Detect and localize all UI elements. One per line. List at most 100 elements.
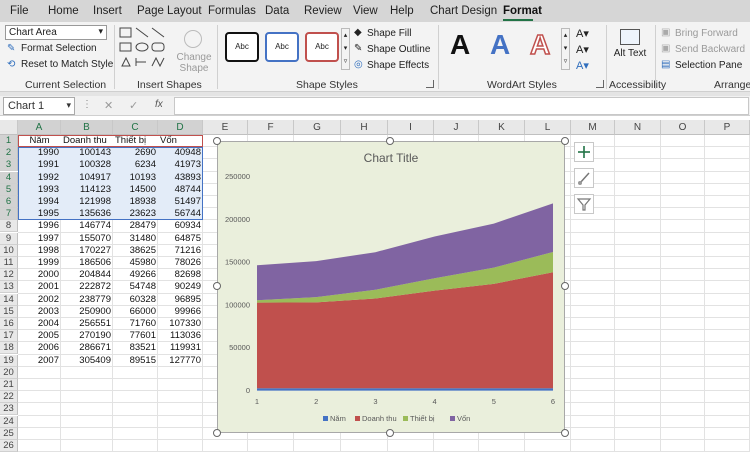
table-cell[interactable]: 83521 xyxy=(113,342,158,354)
chart-elements-button[interactable] xyxy=(574,142,594,162)
table-cell[interactable]: 1998 xyxy=(18,245,61,257)
table-cell[interactable]: 2001 xyxy=(18,281,61,293)
column-header-p[interactable]: P xyxy=(705,120,750,135)
table-cell[interactable]: 2003 xyxy=(18,306,61,318)
tab-home[interactable]: Home xyxy=(48,5,79,17)
table-cell[interactable]: 146774 xyxy=(61,220,113,232)
table-cell[interactable]: 40948 xyxy=(158,147,203,159)
table-cell[interactable]: 28479 xyxy=(113,220,158,232)
table-cell[interactable]: 90249 xyxy=(158,281,203,293)
table-cell[interactable]: 2000 xyxy=(18,269,61,281)
table-header-cell[interactable]: Thiết bị xyxy=(113,135,158,147)
tab-formulas[interactable]: Formulas xyxy=(208,5,256,17)
row-header-4[interactable]: 4 xyxy=(0,171,18,184)
row-header-8[interactable]: 8 xyxy=(0,220,18,233)
enter-icon[interactable]: ✓ xyxy=(129,99,138,112)
row-header-24[interactable]: 24 xyxy=(0,415,18,428)
table-cell[interactable]: 155070 xyxy=(61,233,113,245)
resize-handle[interactable] xyxy=(386,429,394,437)
table-cell[interactable]: 89515 xyxy=(113,355,158,367)
table-cell[interactable]: 10193 xyxy=(113,172,158,184)
row-header-14[interactable]: 14 xyxy=(0,293,18,306)
chart-styles-button[interactable] xyxy=(574,168,594,188)
row-header-19[interactable]: 19 xyxy=(0,354,18,367)
table-cell[interactable]: 119931 xyxy=(158,342,203,354)
table-cell[interactable]: 1990 xyxy=(18,147,61,159)
column-header-n[interactable]: N xyxy=(615,120,661,135)
table-cell[interactable]: 286671 xyxy=(61,342,113,354)
table-header-cell[interactable]: Vốn xyxy=(158,135,203,147)
column-header-b[interactable]: B xyxy=(61,120,113,135)
resize-handle[interactable] xyxy=(213,282,221,290)
row-header-21[interactable]: 21 xyxy=(0,379,18,391)
wordart-style-1[interactable]: A xyxy=(450,30,470,60)
column-header-o[interactable]: O xyxy=(661,120,705,135)
tab-chart-design[interactable]: Chart Design xyxy=(430,5,497,17)
table-cell[interactable]: 250900 xyxy=(61,306,113,318)
table-cell[interactable]: 204844 xyxy=(61,269,113,281)
table-cell[interactable]: 77601 xyxy=(113,330,158,342)
table-cell[interactable]: 41973 xyxy=(158,159,203,171)
resize-handle[interactable] xyxy=(213,137,221,145)
table-cell[interactable]: 78026 xyxy=(158,257,203,269)
column-header-l[interactable]: L xyxy=(525,120,571,135)
column-header-i[interactable]: I xyxy=(388,120,434,135)
shapes-gallery[interactable] xyxy=(118,26,170,72)
tab-data[interactable]: Data xyxy=(265,5,289,17)
reset-to-match-style-button[interactable]: Reset to Match Style xyxy=(21,59,113,70)
table-cell[interactable]: 6234 xyxy=(113,159,158,171)
column-header-a[interactable]: A xyxy=(18,120,61,135)
table-cell[interactable]: 1999 xyxy=(18,257,61,269)
row-header-9[interactable]: 9 xyxy=(0,232,18,245)
tab-insert[interactable]: Insert xyxy=(93,5,122,17)
table-cell[interactable]: 2006 xyxy=(18,342,61,354)
row-header-13[interactable]: 13 xyxy=(0,281,18,294)
table-cell[interactable]: 64875 xyxy=(158,233,203,245)
insert-function-icon[interactable]: fx xyxy=(155,99,163,110)
table-cell[interactable]: 222872 xyxy=(61,281,113,293)
send-backward-button[interactable]: Send Backward xyxy=(675,44,745,55)
table-cell[interactable]: 186506 xyxy=(61,257,113,269)
table-cell[interactable]: 170227 xyxy=(61,245,113,257)
selection-pane-button[interactable]: Selection Pane xyxy=(675,60,742,71)
table-cell[interactable]: 2007 xyxy=(18,355,61,367)
table-cell[interactable]: 127770 xyxy=(158,355,203,367)
column-header-m[interactable]: M xyxy=(571,120,615,135)
table-cell[interactable]: 2690 xyxy=(113,147,158,159)
table-header-cell[interactable]: Năm xyxy=(18,135,61,147)
table-cell[interactable]: 1993 xyxy=(18,184,61,196)
cancel-icon[interactable]: ✕ xyxy=(104,99,113,112)
tab-format[interactable]: Format xyxy=(503,5,542,17)
tab-view[interactable]: View xyxy=(353,5,378,17)
change-shape-button[interactable]: Change Shape xyxy=(175,28,213,74)
table-cell[interactable]: 31480 xyxy=(113,233,158,245)
row-header-25[interactable]: 25 xyxy=(0,427,18,440)
dialog-launcher-icon[interactable] xyxy=(596,80,604,88)
column-header-j[interactable]: J xyxy=(434,120,479,135)
table-cell[interactable]: 2002 xyxy=(18,294,61,306)
row-header-3[interactable]: 3 xyxy=(0,159,18,172)
table-cell[interactable]: 135636 xyxy=(61,208,113,220)
format-selection-button[interactable]: Format Selection xyxy=(21,43,97,54)
table-cell[interactable]: 71216 xyxy=(158,245,203,257)
select-all-corner[interactable] xyxy=(0,120,18,135)
table-cell[interactable]: 1996 xyxy=(18,220,61,232)
row-header-17[interactable]: 17 xyxy=(0,330,18,343)
resize-handle[interactable] xyxy=(561,282,569,290)
table-cell[interactable]: 1992 xyxy=(18,172,61,184)
row-header-6[interactable]: 6 xyxy=(0,196,18,208)
name-box[interactable]: Chart 1 ▾ xyxy=(3,97,75,115)
table-cell[interactable]: 305409 xyxy=(61,355,113,367)
row-header-7[interactable]: 7 xyxy=(0,208,18,221)
table-cell[interactable]: 49266 xyxy=(113,269,158,281)
table-cell[interactable]: 54748 xyxy=(113,281,158,293)
text-fill-icon[interactable]: A▾ xyxy=(576,27,589,40)
table-cell[interactable]: 43893 xyxy=(158,172,203,184)
row-header-11[interactable]: 11 xyxy=(0,257,18,269)
table-cell[interactable]: 107330 xyxy=(158,318,203,330)
table-cell[interactable]: 48744 xyxy=(158,184,203,196)
column-header-d[interactable]: D xyxy=(158,120,203,135)
table-cell[interactable]: 23623 xyxy=(113,208,158,220)
table-cell[interactable]: 56744 xyxy=(158,208,203,220)
table-cell[interactable]: 38625 xyxy=(113,245,158,257)
